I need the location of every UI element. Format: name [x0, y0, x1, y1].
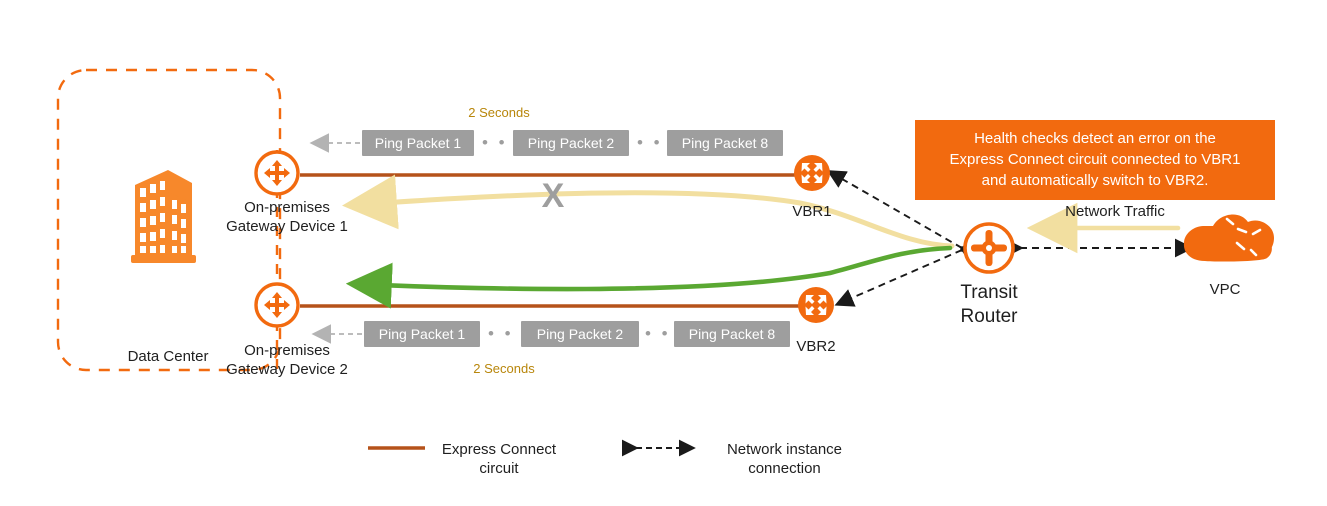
legend-label-express-connect: Express Connect circuit	[441, 441, 557, 477]
office-building-icon	[131, 170, 196, 263]
ping-separator-dots: • • •	[645, 324, 688, 343]
router-icon-gateway-2	[254, 282, 300, 328]
failed-traffic-path-yellow	[342, 174, 955, 249]
gateway-1-label: On-premises Gateway Device 1	[226, 199, 348, 235]
vbr-icon-2	[798, 287, 834, 323]
legend-label-network-instance: Network instance connection	[726, 441, 843, 477]
ping-packet-box: Ping Packet 8	[674, 321, 790, 347]
network-traffic-label: Network Traffic	[1065, 203, 1165, 220]
router-icon-gateway-1	[254, 150, 300, 196]
diagram-canvas: Data Center On-premises Gateway Device 1…	[0, 0, 1327, 506]
ping-packet-box: Ping Packet 2	[521, 321, 639, 347]
banner-line-3: and automatically switch to VBR2.	[981, 172, 1209, 189]
data-center-label: Data Center	[127, 348, 209, 365]
health-check-banner: Health checks detect an error on the Exp…	[915, 120, 1275, 200]
failover-traffic-path-green	[345, 245, 953, 309]
ping-packet-box: Ping Packet 8	[667, 130, 783, 156]
failure-x-icon: X	[541, 177, 565, 215]
transit-router-label: Transit Router	[960, 282, 1018, 327]
cloud-icon-vpc	[1183, 214, 1274, 262]
vbr-2-label: VBR2	[796, 338, 836, 355]
banner-line-1: Health checks detect an error on the	[974, 130, 1216, 147]
ping-packet-box: Ping Packet 1	[364, 321, 480, 347]
ping-interval-label-2: 2 Seconds	[473, 361, 535, 376]
transit-router-icon	[963, 222, 1015, 274]
ping-separator-dots: • • •	[482, 133, 525, 152]
vbr-1-label: VBR1	[792, 203, 832, 220]
ping-separator-dots: • • •	[488, 324, 531, 343]
vpc-label: VPC	[1209, 281, 1241, 298]
gateway-2-label: On-premises Gateway Device 2	[226, 342, 348, 378]
ping-interval-label-1: 2 Seconds	[468, 105, 530, 120]
vbr-icon-1	[794, 155, 830, 191]
ping-separator-dots: • • •	[637, 133, 680, 152]
ping-packet-box: Ping Packet 1	[362, 130, 474, 156]
banner-line-2: Express Connect circuit connected to VBR…	[949, 151, 1241, 168]
ping-packet-box: Ping Packet 2	[513, 130, 629, 156]
diagram-vector-layer	[56, 68, 1274, 457]
